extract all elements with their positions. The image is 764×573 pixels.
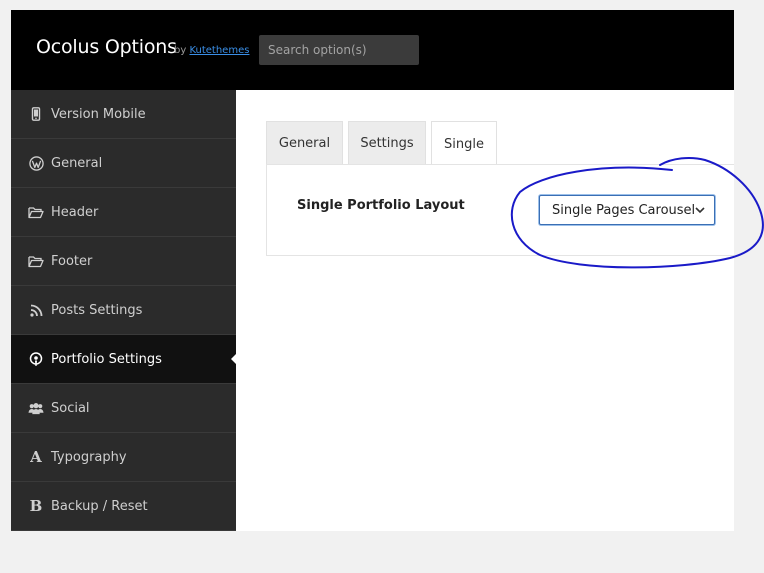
rss-icon [28, 302, 44, 318]
sidebar-item-typography[interactable]: A Typography [11, 433, 236, 482]
tab-general[interactable]: General [266, 121, 343, 165]
mobile-icon [28, 106, 44, 122]
by-prefix: by [174, 45, 187, 56]
tab-settings[interactable]: Settings [348, 121, 426, 165]
sidebar-item-header[interactable]: Header [11, 188, 236, 237]
folder-open-icon [28, 204, 44, 220]
single-tab-panel: Single Portfolio Layout Single Pages Car… [266, 164, 734, 256]
bold-icon: B [29, 496, 43, 515]
sidebar-item-label: General [51, 155, 103, 171]
select-value: Single Pages Carousel [552, 202, 696, 218]
sidebar-item-backup-reset[interactable]: B Backup / Reset [11, 482, 236, 531]
font-icon: A [30, 447, 42, 466]
sidebar-item-label: Version Mobile [51, 106, 146, 122]
sidebar-item-label: Typography [51, 449, 127, 465]
author-credit: by Kutethemes [174, 45, 249, 56]
sidebar-item-social[interactable]: Social [11, 384, 236, 433]
sidebar: Version Mobile General Header Footer Pos… [11, 90, 236, 531]
sidebar-item-label: Social [51, 400, 90, 416]
sidebar-item-label: Header [51, 204, 99, 220]
sidebar-item-footer[interactable]: Footer [11, 237, 236, 286]
sidebar-item-label: Portfolio Settings [51, 351, 162, 367]
tab-single[interactable]: Single [431, 121, 497, 166]
sidebar-item-label: Footer [51, 253, 93, 269]
single-portfolio-layout-label: Single Portfolio Layout [297, 198, 465, 213]
sidebar-item-label: Backup / Reset [51, 498, 148, 514]
options-panel: Ocolus Options by Kutethemes Version Mob… [11, 10, 734, 531]
users-icon [28, 400, 44, 416]
sidebar-item-posts-settings[interactable]: Posts Settings [11, 286, 236, 335]
sidebar-item-version-mobile[interactable]: Version Mobile [11, 90, 236, 139]
search-options-input[interactable] [259, 35, 419, 65]
single-portfolio-layout-select[interactable]: Single Pages Carousel [539, 195, 715, 225]
podcast-icon [28, 351, 44, 367]
wordpress-icon [28, 155, 44, 171]
sidebar-item-portfolio-settings[interactable]: Portfolio Settings [11, 335, 236, 384]
sidebar-item-general[interactable]: General [11, 139, 236, 188]
chevron-down-icon [695, 207, 705, 214]
author-link[interactable]: Kutethemes [189, 45, 249, 56]
options-header: Ocolus Options by Kutethemes [11, 10, 734, 90]
sidebar-item-label: Posts Settings [51, 302, 143, 318]
app-title: Ocolus Options [36, 36, 177, 58]
main-content: General Settings Single Single Portfolio… [236, 90, 734, 531]
folder-open-icon [28, 253, 44, 269]
